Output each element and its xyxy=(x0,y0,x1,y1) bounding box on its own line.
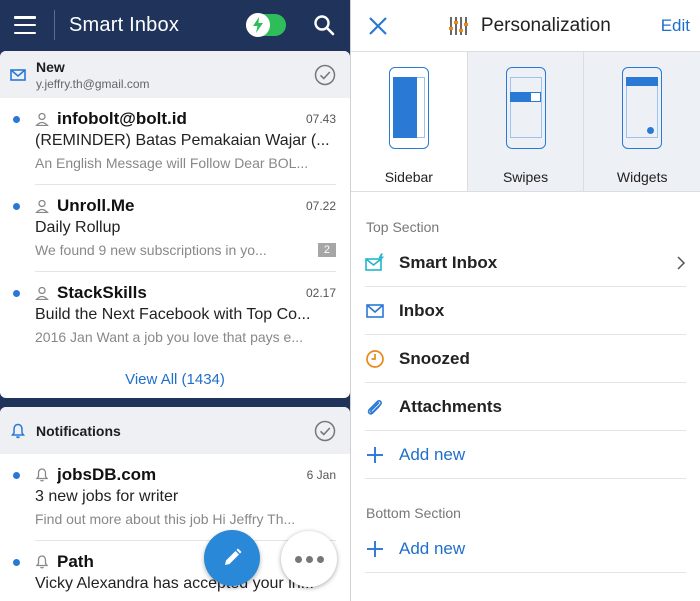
subject: Daily Rollup xyxy=(35,219,121,236)
bell-icon xyxy=(35,555,49,569)
unread-dot xyxy=(13,116,20,123)
add-new-label: Add new xyxy=(399,538,466,558)
sliders-icon xyxy=(448,16,468,35)
personalization-header: Personalization Edit xyxy=(351,0,700,51)
notifications-section-header: Notifications xyxy=(0,407,350,454)
item-label: Snoozed xyxy=(399,348,470,368)
time: 02.17 xyxy=(305,286,336,300)
sidebar-item-inbox[interactable]: Inbox xyxy=(365,287,686,335)
close-icon[interactable] xyxy=(368,16,388,36)
paperclip-icon xyxy=(367,399,382,415)
sidebar-item-snoozed[interactable]: Snoozed xyxy=(365,335,686,383)
time: 6 Jan xyxy=(306,468,336,482)
unread-dot xyxy=(13,472,20,479)
tab-widgets[interactable]: Widgets xyxy=(583,52,700,191)
layout-tabs: Sidebar Swipes Widgets xyxy=(351,51,700,192)
bell-icon xyxy=(11,423,25,438)
more-options-button[interactable] xyxy=(281,531,337,587)
list-item[interactable]: infobolt@bolt.id 07.43 (REMINDER) Batas … xyxy=(0,98,350,185)
item-label: Smart Inbox xyxy=(399,252,498,272)
section-title: New xyxy=(36,58,65,75)
subject: (REMINDER) Batas Pemakaian Wajar (... xyxy=(35,132,330,149)
item-label: Attachments xyxy=(399,396,502,416)
view-all-link[interactable]: View All (1434) xyxy=(0,371,350,388)
page-title: Personalization xyxy=(480,14,611,36)
search-icon[interactable] xyxy=(312,13,336,37)
top-section-label: Top Section xyxy=(366,219,440,235)
bottom-section-label: Bottom Section xyxy=(366,505,461,521)
list-item[interactable]: Unroll.Me 07.22 Daily Rollup We found 9 … xyxy=(0,185,350,272)
sender: jobsDB.com xyxy=(57,465,157,484)
section-title: Notifications xyxy=(36,422,121,439)
preview: An English Message will Follow Dear BOL.… xyxy=(35,155,309,171)
menu-icon[interactable] xyxy=(14,16,36,34)
clock-icon xyxy=(366,349,384,368)
subject: Build the Next Facebook with Top Co... xyxy=(35,306,311,323)
tab-label: Widgets xyxy=(616,169,668,185)
chevron-right-icon xyxy=(677,255,686,270)
smart-inbox-pane: Smart Inbox New y.jeffry.th@gmail.com in… xyxy=(0,0,350,601)
list-item[interactable]: jobsDB.com 6 Jan 3 new jobs for writer F… xyxy=(0,454,350,541)
compose-button[interactable] xyxy=(204,530,260,586)
plus-icon xyxy=(367,446,383,463)
unread-dot xyxy=(13,203,20,210)
person-icon xyxy=(35,199,49,213)
preview: Find out more about this job Hi Jeffry T… xyxy=(35,511,296,527)
widgets-phone-icon xyxy=(622,67,663,149)
sender: StackSkills xyxy=(57,283,147,302)
lightning-bolt-icon xyxy=(246,13,270,37)
tab-swipes[interactable]: Swipes xyxy=(466,52,584,191)
sidebar-item-smart-inbox[interactable]: Smart Inbox xyxy=(365,239,686,287)
sidebar-item-attachments[interactable]: Attachments xyxy=(365,383,686,431)
app-title: Smart Inbox xyxy=(69,13,180,36)
person-icon xyxy=(35,286,49,300)
tab-label: Swipes xyxy=(502,169,549,185)
add-new-top-button[interactable]: Add new xyxy=(365,431,686,479)
envelope-icon xyxy=(366,303,384,318)
thread-count-badge: 2 xyxy=(317,243,336,257)
bell-icon xyxy=(35,468,49,482)
edit-button[interactable]: Edit xyxy=(661,16,690,36)
time: 07.22 xyxy=(305,199,336,213)
plus-icon xyxy=(367,540,383,557)
time: 07.43 xyxy=(305,112,336,126)
sender: infobolt@bolt.id xyxy=(57,109,187,128)
bolt-toggle[interactable] xyxy=(246,13,286,37)
unread-dot xyxy=(13,290,20,297)
subject: 3 new jobs for writer xyxy=(35,488,179,505)
sender: Unroll.Me xyxy=(57,196,135,215)
tab-label: Sidebar xyxy=(384,169,433,185)
sidebar-phone-icon xyxy=(388,67,429,149)
preview: 2016 Jan Want a job you love that pays e… xyxy=(35,329,303,345)
add-new-label: Add new xyxy=(399,444,466,464)
new-mail-card: New y.jeffry.th@gmail.com infobolt@bolt.… xyxy=(0,51,350,398)
smart-inbox-icon xyxy=(365,253,384,271)
personalization-pane: Personalization Edit Sidebar Swipes Widg… xyxy=(350,0,700,601)
account-email: y.jeffry.th@gmail.com xyxy=(36,76,150,91)
add-new-bottom-button[interactable]: Add new xyxy=(365,525,686,573)
envelope-icon xyxy=(10,68,26,81)
preview: We found 9 new subscriptions in yo... xyxy=(35,242,267,258)
top-bar: Smart Inbox xyxy=(0,0,350,50)
tab-sidebar[interactable]: Sidebar xyxy=(351,52,467,191)
new-section-header: New y.jeffry.th@gmail.com xyxy=(0,51,350,98)
mark-all-read-icon[interactable] xyxy=(314,64,336,86)
person-icon xyxy=(35,112,49,126)
divider xyxy=(54,10,55,40)
unread-dot xyxy=(13,559,20,566)
swipes-phone-icon xyxy=(505,67,546,149)
pencil-icon xyxy=(225,548,242,565)
list-item[interactable]: StackSkills 02.17 Build the Next Faceboo… xyxy=(0,272,350,359)
mark-all-read-icon[interactable] xyxy=(314,420,336,442)
item-label: Inbox xyxy=(399,300,445,320)
